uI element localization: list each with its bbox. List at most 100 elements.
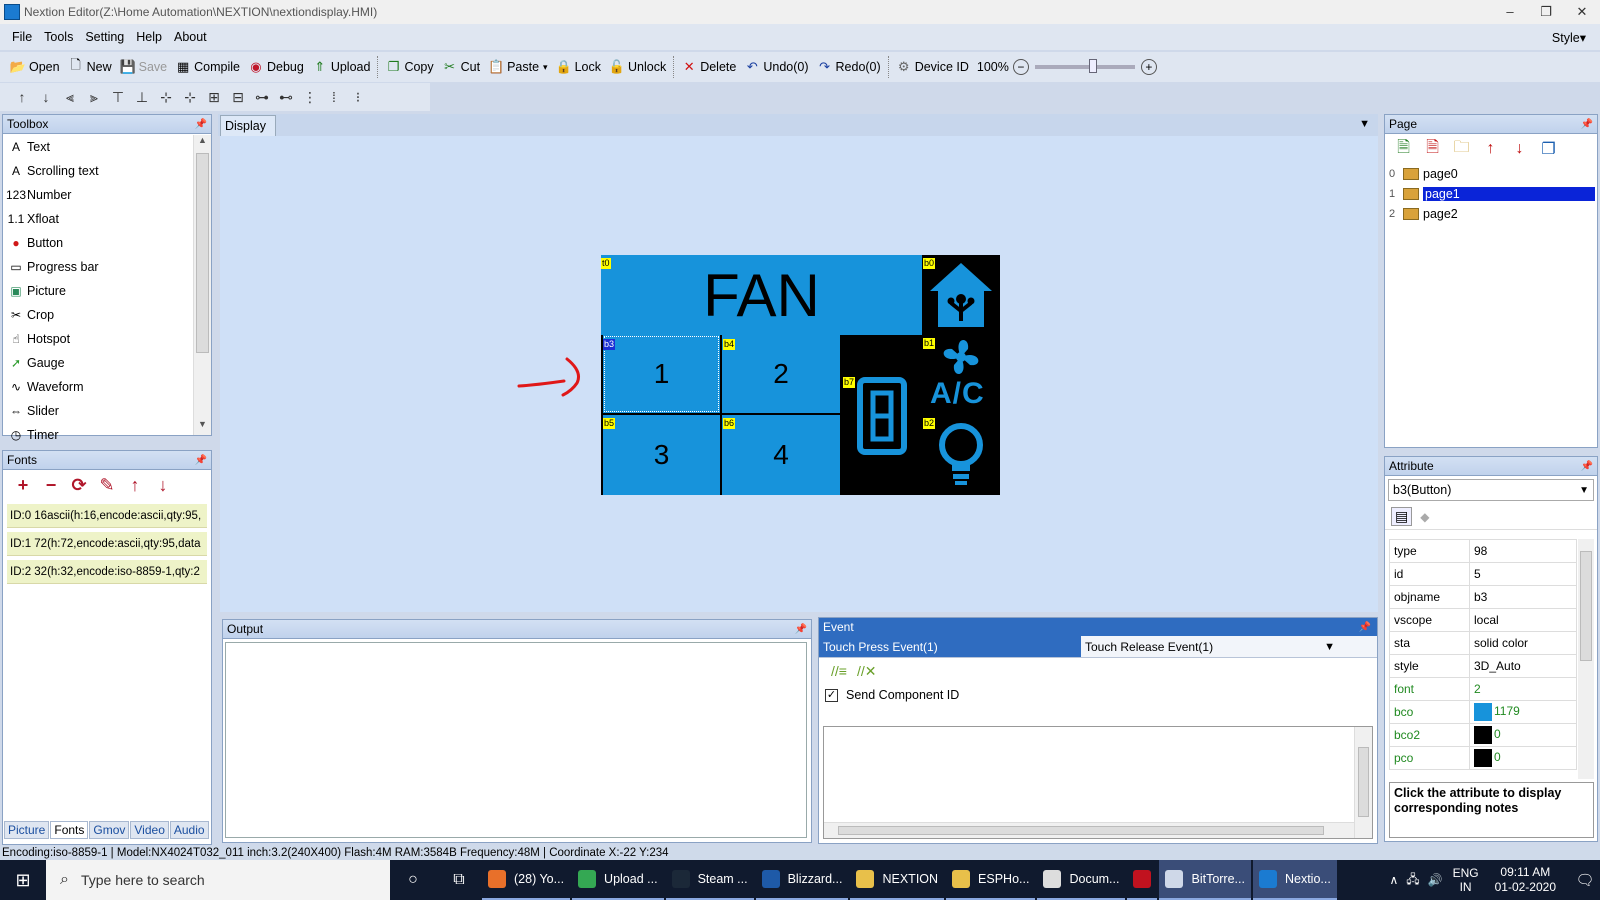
- toolbox-item-hotspot[interactable]: ☝ Hotspot: [3, 327, 191, 351]
- pin-icon[interactable]: 📌: [195, 119, 207, 130]
- same-width-icon[interactable]: ⊟: [226, 86, 250, 108]
- attribute-row[interactable]: style 3D_Auto: [1389, 654, 1577, 678]
- toolbox-item-progress-bar[interactable]: ▭ Progress bar: [3, 255, 191, 279]
- page-row[interactable]: 0 page0: [1385, 164, 1597, 184]
- compile-button[interactable]: ▦ Compile: [171, 54, 244, 80]
- paste-button[interactable]: 📋 Paste ▾: [484, 54, 552, 80]
- minimize-button[interactable]: ‒: [1492, 4, 1528, 20]
- unlock-button[interactable]: 🔓 Unlock: [605, 54, 670, 80]
- tab-audio[interactable]: Audio: [169, 821, 209, 839]
- toolbox-item-xfloat[interactable]: 1.1 Xfloat: [3, 207, 191, 231]
- uncomment-icon[interactable]: //✕: [857, 663, 883, 680]
- page-up-icon[interactable]: ↑: [1476, 140, 1505, 158]
- color-swatch[interactable]: [1474, 703, 1492, 721]
- attribute-row[interactable]: bco 1179: [1389, 700, 1577, 724]
- zoom-in-button[interactable]: +: [1140, 59, 1157, 75]
- button-3[interactable]: 3: [603, 415, 720, 495]
- attribute-row[interactable]: font 2: [1389, 677, 1577, 701]
- device-id-button[interactable]: ⚙ Device ID: [892, 54, 973, 80]
- taskbar-app[interactable]: Steam ...: [665, 860, 754, 900]
- chevron-down-icon[interactable]: ▼: [1324, 641, 1335, 653]
- tab-video[interactable]: Video: [130, 821, 169, 839]
- toolbox-item-crop[interactable]: ✂ Crop: [3, 303, 191, 327]
- distribute-v-icon[interactable]: ⋮: [298, 86, 322, 108]
- button-1[interactable]: 1: [603, 335, 720, 413]
- cortana-icon[interactable]: ○: [390, 871, 436, 889]
- toolbox-item-scrolling-text[interactable]: A Scrolling text: [3, 159, 191, 183]
- clock[interactable]: 09:11 AM 01-02-2020: [1495, 865, 1556, 895]
- attribute-row[interactable]: pco 0: [1389, 746, 1577, 770]
- maximize-button[interactable]: ❐: [1528, 4, 1564, 20]
- taskbar-app[interactable]: [1127, 860, 1158, 900]
- sort-icon[interactable]: ◆: [1420, 510, 1429, 524]
- chevron-down-icon[interactable]: ▼: [1359, 118, 1370, 130]
- tab-touch-release[interactable]: Touch Release Event(1) ▼: [1081, 636, 1343, 657]
- scroll-thumb[interactable]: [1358, 747, 1369, 817]
- delete-page-icon[interactable]: 🗎: [1418, 136, 1447, 163]
- output-textarea[interactable]: [225, 642, 807, 838]
- taskbar-app[interactable]: Nextio...: [1252, 860, 1337, 900]
- menu-help[interactable]: Help: [130, 30, 168, 44]
- page-row[interactable]: 2 page2: [1385, 204, 1597, 224]
- language-indicator[interactable]: ENG IN: [1453, 866, 1479, 894]
- open-button[interactable]: 📂 Open: [6, 54, 64, 80]
- pin-icon[interactable]: 📌: [1581, 461, 1593, 472]
- copy-page-icon[interactable]: ❐: [1534, 139, 1563, 159]
- align-left-icon[interactable]: ⫷: [58, 86, 82, 108]
- taskbar-app[interactable]: Blizzard...: [755, 860, 849, 900]
- close-button[interactable]: ✕: [1564, 4, 1600, 20]
- menu-file[interactable]: File: [6, 30, 38, 44]
- code-hscrollbar[interactable]: [824, 822, 1354, 838]
- toolbox-item-gauge[interactable]: ➚ Gauge: [3, 351, 191, 375]
- send-component-id-row[interactable]: ✓ Send Component ID: [819, 684, 1377, 706]
- menu-style[interactable]: Style▾: [1546, 30, 1592, 45]
- tab-display[interactable]: Display: [220, 115, 276, 136]
- attribute-value-cell[interactable]: local: [1469, 608, 1577, 632]
- toolbox-item-waveform[interactable]: ∿ Waveform: [3, 375, 191, 399]
- delete-button[interactable]: ✕ Delete: [677, 54, 740, 80]
- attribute-value-cell[interactable]: 98: [1469, 539, 1577, 563]
- zoom-out-button[interactable]: −: [1012, 59, 1029, 75]
- taskbar-app[interactable]: BitTorre...: [1159, 860, 1251, 900]
- component-select[interactable]: b3(Button) ▼: [1388, 479, 1594, 501]
- pin-icon[interactable]: 📌: [1581, 119, 1593, 130]
- space-v2-icon[interactable]: ⁝: [346, 86, 370, 108]
- attribute-value-cell[interactable]: 5: [1469, 562, 1577, 586]
- menu-tools[interactable]: Tools: [38, 30, 79, 44]
- refresh-font-icon[interactable]: ⟳: [65, 475, 93, 496]
- attribute-value-cell[interactable]: 1179: [1469, 700, 1577, 724]
- toolbox-item-timer[interactable]: ◷ Timer: [3, 423, 191, 447]
- toolbox-item-button[interactable]: ● Button: [3, 231, 191, 255]
- distribute-h-icon[interactable]: ⊶: [250, 86, 274, 108]
- align-right-icon[interactable]: ⫸: [82, 86, 106, 108]
- attribute-row[interactable]: type 98: [1389, 539, 1577, 563]
- align-top-icon[interactable]: ⊤: [106, 86, 130, 108]
- category-icon[interactable]: ▤: [1391, 507, 1413, 526]
- upload-button[interactable]: ⇑ Upload: [308, 54, 375, 80]
- scroll-thumb[interactable]: [196, 153, 209, 353]
- zoom-slider-thumb[interactable]: [1088, 59, 1097, 73]
- attribute-row[interactable]: vscope local: [1389, 608, 1577, 632]
- font-row-1[interactable]: ID:1 72(h:72,encode:ascii,qty:95,data: [7, 532, 207, 556]
- menu-about[interactable]: About: [168, 30, 213, 44]
- font-down-icon[interactable]: ↓: [149, 475, 177, 496]
- scroll-down-icon[interactable]: ▼: [194, 419, 211, 435]
- toolbox-item-text[interactable]: A Text: [3, 135, 191, 159]
- toolbox-item-picture[interactable]: ▣ Picture: [3, 279, 191, 303]
- attribute-scrollbar[interactable]: [1578, 539, 1594, 779]
- pin-icon[interactable]: 📌: [1359, 622, 1371, 633]
- align-center-h-icon[interactable]: ⊹: [154, 86, 178, 108]
- align-bottom-icon[interactable]: ⊥: [130, 86, 154, 108]
- page-row[interactable]: 1 page1: [1385, 184, 1597, 204]
- tab-fonts[interactable]: Fonts: [50, 821, 89, 839]
- space-v-icon[interactable]: ⁞: [322, 86, 346, 108]
- undo-button[interactable]: ↶ Undo(0): [740, 54, 812, 80]
- remove-font-icon[interactable]: −: [37, 475, 65, 496]
- pin-icon[interactable]: 📌: [195, 455, 207, 466]
- font-row-0[interactable]: ID:0 16ascii(h:16,encode:ascii,qty:95,: [7, 504, 207, 528]
- font-row-2[interactable]: ID:2 32(h:32,encode:iso-8859-1,qty:2: [7, 560, 207, 584]
- scroll-thumb[interactable]: [838, 826, 1324, 835]
- attribute-row[interactable]: objname b3: [1389, 585, 1577, 609]
- button-2[interactable]: 2: [722, 335, 840, 413]
- button-4[interactable]: 4: [722, 415, 840, 495]
